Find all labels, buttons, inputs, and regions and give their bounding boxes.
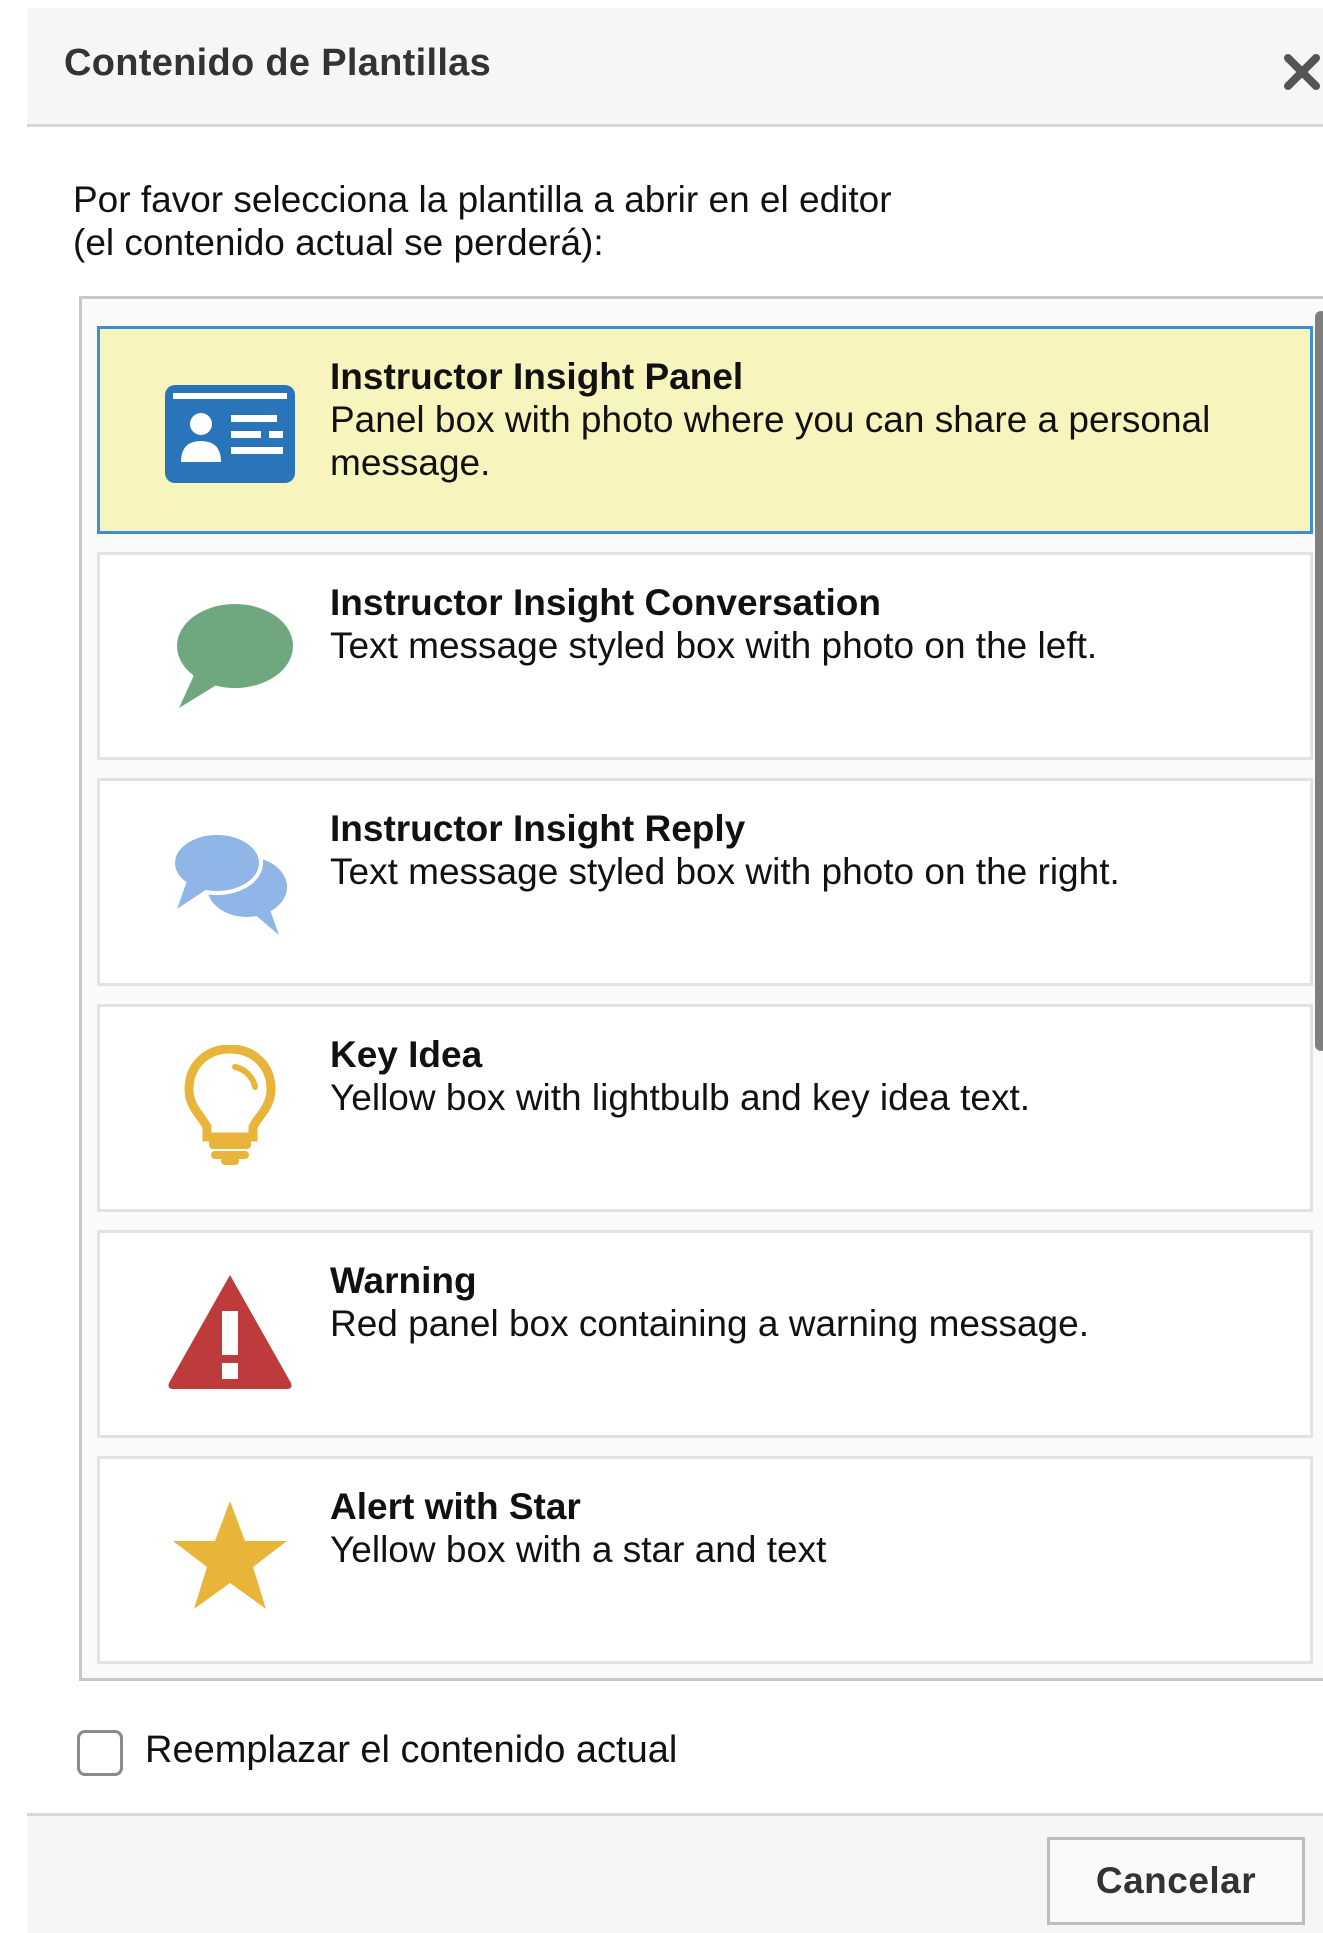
speech-bubble-icon — [165, 593, 295, 713]
template-description: Red panel box containing a warning messa… — [330, 1303, 1089, 1344]
lightbulb-icon — [165, 1045, 295, 1165]
template-name: Instructor Insight Reply — [330, 808, 746, 849]
template-item-key-idea[interactable]: Key Idea Yellow box with lightbulb and k… — [97, 1004, 1313, 1212]
intro-line-1: Por favor selecciona la plantilla a abri… — [73, 179, 892, 220]
template-item-alert-with-star[interactable]: Alert with Star Yellow box with a star a… — [97, 1456, 1313, 1664]
template-item-instructor-insight-panel[interactable]: Instructor Insight Panel Panel box with … — [97, 326, 1313, 534]
warning-icon — [165, 1271, 295, 1391]
list-scrollbar[interactable] — [1315, 311, 1323, 1051]
dialog-footer: Cancelar — [27, 1813, 1323, 1933]
replace-content-label[interactable]: Reemplazar el contenido actual — [145, 1729, 677, 1772]
template-description: Text message styled box with photo on th… — [330, 851, 1120, 892]
dialog-titlebar: Contenido de Plantillas — [27, 8, 1323, 127]
intro-line-2: (el contenido actual se perderá): — [73, 222, 604, 263]
chat-bubbles-icon — [165, 819, 295, 939]
template-name: Instructor Insight Panel — [330, 356, 744, 397]
template-name: Alert with Star — [330, 1486, 581, 1527]
star-icon — [165, 1497, 295, 1617]
replace-content-checkbox[interactable] — [77, 1730, 123, 1776]
template-dialog: Contenido de Plantillas Por favor selecc… — [27, 8, 1323, 1933]
template-description: Yellow box with lightbulb and key idea t… — [330, 1077, 1031, 1118]
template-item-warning[interactable]: Warning Red panel box containing a warni… — [97, 1230, 1313, 1438]
template-list[interactable]: Instructor Insight Panel Panel box with … — [79, 296, 1323, 1681]
id-card-icon — [165, 367, 295, 487]
template-name: Warning — [330, 1260, 477, 1301]
template-item-instructor-insight-reply[interactable]: Instructor Insight Reply Text message st… — [97, 778, 1313, 986]
template-name: Key Idea — [330, 1034, 483, 1075]
template-name: Instructor Insight Conversation — [330, 582, 881, 623]
template-item-instructor-insight-conversation[interactable]: Instructor Insight Conversation Text mes… — [97, 552, 1313, 760]
cancel-button[interactable]: Cancelar — [1047, 1837, 1305, 1925]
template-description: Yellow box with a star and text — [330, 1529, 827, 1570]
dialog-title: Contenido de Plantillas — [64, 42, 492, 84]
close-icon[interactable] — [1282, 46, 1322, 96]
template-description: Text message styled box with photo on th… — [330, 625, 1098, 666]
template-description: Panel box with photo where you can share… — [330, 399, 1211, 483]
intro-text: Por favor selecciona la plantilla a abri… — [73, 178, 1173, 264]
